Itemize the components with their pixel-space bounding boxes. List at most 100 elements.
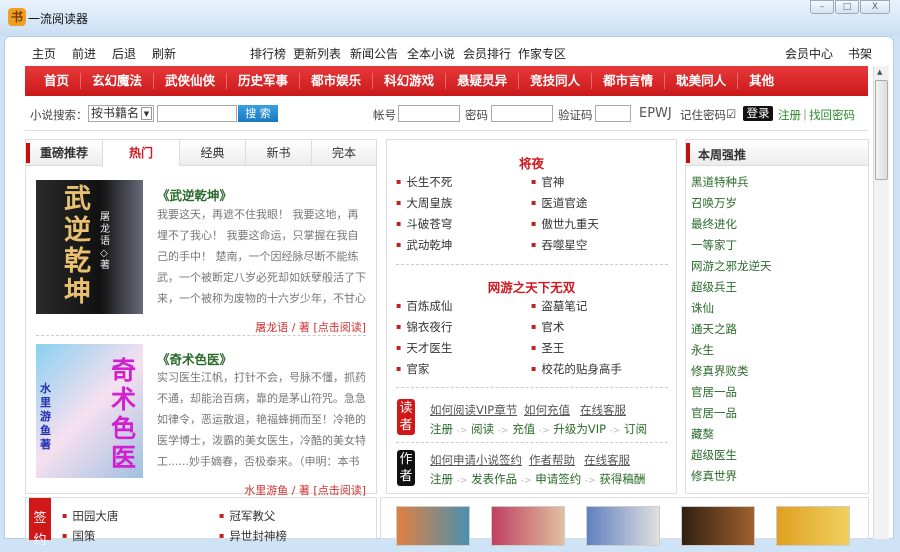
captcha-input[interactable] — [595, 105, 631, 122]
step[interactable]: 注册 — [430, 472, 453, 486]
book-title-link[interactable]: 《奇术色医》 — [157, 349, 232, 368]
close-button[interactable]: X — [860, 0, 890, 14]
ranking-link[interactable]: 排行榜 — [250, 45, 286, 62]
nav-item[interactable]: 玄幻魔法 — [81, 73, 155, 89]
list-item[interactable]: 官居一品 — [691, 384, 737, 400]
nav-item[interactable]: 悬疑灵异 — [446, 73, 520, 89]
list-item[interactable]: 藏獒 — [691, 426, 714, 442]
remember-checkbox[interactable]: ☑ — [726, 107, 736, 121]
book-cover-thumbnail[interactable] — [586, 506, 660, 546]
step[interactable]: 升级为VIP — [553, 422, 606, 436]
bookshelf-link[interactable]: 书架 — [848, 45, 872, 62]
nav-item[interactable]: 耽美同人 — [665, 73, 739, 89]
list-item[interactable]: 官术 — [531, 319, 564, 335]
read-link[interactable]: [点击阅读] — [313, 321, 366, 334]
help-link[interactable]: 在线客服 — [584, 452, 630, 468]
refresh-button[interactable]: 刷新 — [152, 45, 176, 62]
list-item[interactable]: 冠军教父 — [219, 508, 275, 524]
login-button[interactable]: 登录 — [743, 106, 773, 121]
back-button[interactable]: 后退 — [112, 45, 136, 62]
list-item[interactable]: 修真世界 — [691, 468, 737, 484]
list-item[interactable]: 医道官途 — [531, 195, 587, 211]
list-item[interactable]: 大周皇族 — [396, 195, 452, 211]
tab-hot[interactable]: 热门 — [102, 140, 179, 167]
step[interactable]: 充值 — [512, 422, 535, 436]
step[interactable]: 注册 — [430, 422, 453, 436]
nav-item[interactable]: 历史军事 — [227, 73, 301, 89]
search-button[interactable]: 搜 索 — [238, 105, 278, 122]
vertical-scrollbar[interactable]: ▲ — [873, 66, 889, 539]
nav-item[interactable]: 都市言情 — [592, 73, 666, 89]
list-item[interactable]: 斗破苍穹 — [396, 216, 452, 232]
help-link[interactable]: 在线客服 — [580, 402, 626, 418]
book-title-link[interactable]: 《武逆乾坤》 — [157, 185, 232, 204]
book-cover-thumbnail[interactable] — [491, 506, 565, 546]
help-link[interactable]: 如何充值 — [524, 402, 570, 418]
section-title[interactable]: 将夜 — [387, 153, 676, 172]
nav-item[interactable]: 都市娱乐 — [300, 73, 374, 89]
list-item[interactable]: 超级医生 — [691, 447, 737, 463]
list-item[interactable]: 诛仙 — [691, 300, 714, 316]
help-link[interactable]: 作者帮助 — [529, 452, 575, 468]
list-item[interactable]: 傲世九重天 — [531, 216, 599, 232]
list-item[interactable]: 校花的贴身高手 — [531, 361, 622, 377]
list-item[interactable]: 吞噬星空 — [531, 237, 587, 253]
complete-link[interactable]: 全本小说 — [407, 45, 455, 62]
list-item[interactable]: 锦衣夜行 — [396, 319, 452, 335]
scrollbar-thumb[interactable] — [875, 80, 888, 180]
scroll-up-arrow-icon[interactable]: ▲ — [877, 68, 882, 76]
book-cover-thumbnail[interactable] — [396, 506, 470, 546]
updates-link[interactable]: 更新列表 — [293, 45, 341, 62]
news-link[interactable]: 新闻公告 — [350, 45, 398, 62]
nav-item[interactable]: 竞技同人 — [519, 73, 593, 89]
list-item[interactable]: 官居一品 — [691, 405, 737, 421]
book-cover-image[interactable]: 奇术色医 水里游鱼著 — [36, 344, 143, 478]
help-link[interactable]: 如何阅读VIP章节 — [430, 402, 517, 418]
list-item[interactable]: 修真界败类 — [691, 363, 749, 379]
list-item[interactable]: 超级兵王 — [691, 279, 737, 295]
home-button[interactable]: 主页 — [32, 45, 56, 62]
list-item[interactable]: 圣王 — [531, 340, 564, 356]
forward-button[interactable]: 前进 — [72, 45, 96, 62]
list-item[interactable]: 田园大唐 — [62, 508, 118, 524]
register-link[interactable]: 注册 — [778, 107, 801, 123]
search-type-select[interactable]: 按书籍名 ▼ — [88, 105, 154, 122]
list-item[interactable]: 黑道特种兵 — [691, 174, 749, 190]
list-item[interactable]: 一等家丁 — [691, 237, 737, 253]
list-item[interactable]: 长生不死 — [396, 174, 452, 190]
list-item[interactable]: 通天之路 — [691, 321, 737, 337]
book-cover-image[interactable]: 武逆乾坤 屠龙语◇著 — [36, 180, 143, 314]
list-item[interactable]: 国策 — [62, 528, 95, 544]
step[interactable]: 申请签约 — [535, 472, 581, 486]
nav-item[interactable]: 武侠仙侠 — [154, 73, 228, 89]
minimize-button[interactable]: – — [810, 0, 834, 14]
help-link[interactable]: 如何申请小说签约 — [430, 452, 522, 468]
author-zone-link[interactable]: 作家专区 — [518, 45, 566, 62]
tab-new[interactable]: 新书 — [245, 140, 311, 166]
list-item[interactable]: 网游之邪龙逆天 — [691, 258, 772, 274]
step[interactable]: 获得稿酬 — [599, 472, 645, 486]
nav-item[interactable]: 首页 — [33, 73, 82, 89]
book-cover-thumbnail[interactable] — [681, 506, 755, 546]
list-item[interactable]: 天才医生 — [396, 340, 452, 356]
list-item[interactable]: 永生 — [691, 342, 714, 358]
nav-item[interactable]: 科幻游戏 — [373, 73, 447, 89]
list-item[interactable]: 武动乾坤 — [396, 237, 452, 253]
tab-classic[interactable]: 经典 — [179, 140, 245, 166]
read-link[interactable]: [点击阅读] — [313, 484, 366, 497]
account-input[interactable] — [398, 105, 460, 122]
list-item[interactable]: 最终进化 — [691, 216, 737, 232]
find-password-link[interactable]: 找回密码 — [809, 107, 855, 123]
step[interactable]: 阅读 — [471, 422, 494, 436]
nav-item[interactable]: 其他 — [738, 73, 785, 89]
list-item[interactable]: 召唤万岁 — [691, 195, 737, 211]
list-item[interactable]: 百炼成仙 — [396, 298, 452, 314]
tab-complete[interactable]: 完本 — [311, 140, 376, 166]
member-center-link[interactable]: 会员中心 — [785, 45, 833, 62]
maximize-button[interactable]: □ — [835, 0, 859, 14]
step[interactable]: 发表作品 — [471, 472, 517, 486]
list-item[interactable]: 官神 — [531, 174, 564, 190]
search-input[interactable] — [157, 105, 237, 122]
list-item[interactable]: 盗墓笔记 — [531, 298, 587, 314]
member-rank-link[interactable]: 会员排行 — [463, 45, 511, 62]
